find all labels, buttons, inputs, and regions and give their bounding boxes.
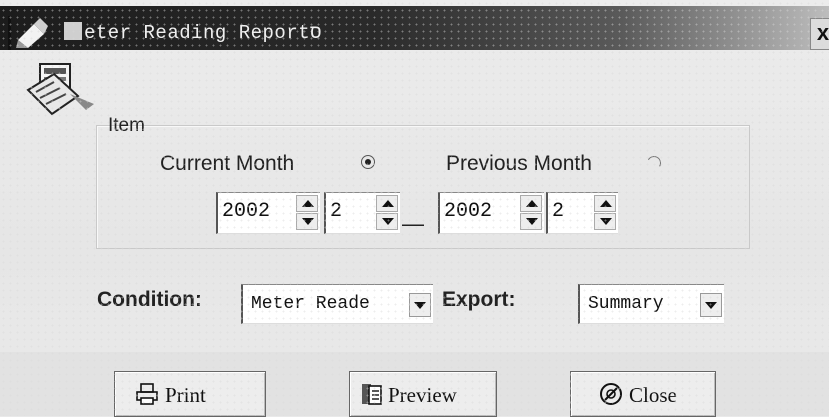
to-month-value[interactable]: 2: [552, 200, 564, 223]
title-bar-edge: [8, 16, 11, 50]
condition-label: Condition:: [97, 288, 202, 311]
from-month-spin-buttons[interactable]: [376, 195, 398, 231]
report-icon: [26, 63, 94, 116]
export-select[interactable]: Summary: [578, 284, 724, 324]
printer-icon: [136, 383, 158, 405]
window-title-suffix: ס: [310, 22, 323, 44]
from-year-spin-buttons[interactable]: [296, 195, 318, 231]
to-month-spinner[interactable]: 2: [546, 192, 618, 234]
spin-up-icon[interactable]: [594, 195, 616, 212]
to-year-spin-buttons[interactable]: [520, 195, 542, 231]
title-bar[interactable]: eter Reading Reportס x: [0, 6, 829, 50]
chevron-down-icon[interactable]: [409, 293, 431, 317]
to-year-spinner[interactable]: 2002: [438, 192, 544, 234]
from-month-value[interactable]: 2: [330, 200, 342, 223]
preview-icon: [362, 384, 382, 405]
spin-up-icon[interactable]: [520, 195, 542, 212]
spin-down-icon[interactable]: [376, 213, 398, 230]
export-value[interactable]: Summary: [588, 294, 702, 314]
to-month-spin-buttons[interactable]: [594, 195, 616, 231]
preview-button[interactable]: Preview: [349, 371, 497, 417]
previous-month-label[interactable]: Previous Month: [446, 152, 592, 176]
close-button[interactable]: Close: [570, 371, 716, 417]
pen-icon: [16, 18, 48, 48]
item-group-label: Item: [108, 115, 145, 136]
to-year-value[interactable]: 2002: [444, 200, 492, 223]
print-button[interactable]: Print: [114, 371, 266, 417]
from-year-spinner[interactable]: 2002: [216, 192, 320, 234]
chevron-down-icon[interactable]: [700, 293, 722, 317]
print-label: Print: [165, 383, 206, 407]
preview-label: Preview: [388, 383, 457, 407]
spin-up-icon[interactable]: [376, 195, 398, 212]
from-month-spinner[interactable]: 2: [324, 192, 400, 234]
current-month-label[interactable]: Current Month: [160, 152, 294, 176]
window-title: eter Reading Reportס: [64, 18, 322, 48]
meter-reading-report-dialog: eter Reading Reportס x Item Current Mont…: [0, 0, 829, 417]
spin-down-icon[interactable]: [594, 213, 616, 230]
condition-value[interactable]: Meter Reade: [251, 294, 411, 314]
from-year-value[interactable]: 2002: [222, 200, 270, 223]
title-glyph-icon: [64, 22, 82, 40]
current-month-radio[interactable]: [361, 155, 375, 169]
spin-down-icon[interactable]: [296, 213, 318, 230]
range-separator: —: [402, 211, 424, 236]
export-label: Export:: [442, 288, 516, 311]
spin-down-icon[interactable]: [520, 213, 542, 230]
condition-select[interactable]: Meter Reade: [241, 284, 433, 324]
window-title-text: eter Reading Report: [84, 22, 311, 44]
spin-up-icon[interactable]: [296, 195, 318, 212]
close-label: Close: [629, 383, 677, 407]
close-window-button[interactable]: x: [810, 18, 829, 50]
close-circle-icon: [600, 383, 622, 405]
